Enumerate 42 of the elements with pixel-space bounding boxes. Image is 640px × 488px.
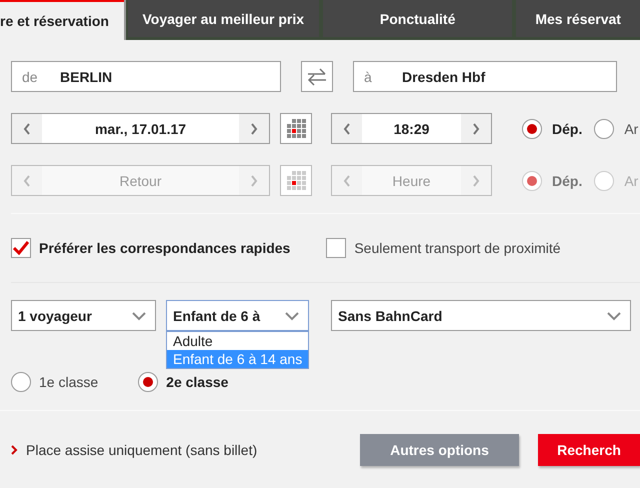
checkbox-label: Seulement transport de proximité — [354, 240, 561, 256]
station-input[interactable]: BERLIN — [60, 68, 220, 84]
dropdown-option[interactable]: Adulte — [167, 332, 308, 350]
radio-label: 2e classe — [166, 374, 228, 390]
station-input[interactable]: Dresden Hbf — [402, 68, 562, 84]
calendar-grid-icon — [286, 171, 306, 190]
calendar-button[interactable] — [280, 165, 312, 196]
radio-label: Dép. — [552, 172, 582, 188]
checkbox[interactable] — [11, 238, 31, 258]
radio-label: 1e classe — [39, 374, 98, 390]
checkbox[interactable] — [326, 238, 346, 258]
radio-button[interactable] — [11, 372, 31, 392]
radio-label: Ar — [624, 120, 638, 136]
calendar-button[interactable] — [280, 113, 312, 144]
tab[interactable]: Mes réservat — [516, 0, 640, 37]
select-dropdown[interactable]: 1 voyageur — [11, 300, 156, 331]
tab[interactable]: Ponctualité — [322, 0, 512, 37]
tab[interactable]: Voyager au meilleur prix — [128, 0, 319, 37]
select-dropdown[interactable]: Sans BahnCard — [331, 300, 631, 331]
select-dropdown[interactable]: Enfant de 6 à — [166, 300, 309, 331]
date-stepper[interactable]: mar., 17.01.17 — [11, 113, 270, 144]
previous-button[interactable] — [332, 114, 362, 143]
swap-arrows-icon — [306, 68, 328, 86]
radio-label: Dép. — [552, 120, 582, 136]
next-button[interactable] — [461, 114, 491, 143]
calendar-grid-icon — [286, 119, 306, 138]
radio-button[interactable] — [522, 118, 542, 138]
seat-only-link[interactable]: Place assise uniquement (sans billet) — [26, 442, 258, 458]
next-button[interactable] — [239, 114, 269, 143]
arrival-station-field[interactable]: à Dresden Hbf — [353, 61, 617, 92]
search-button[interactable]: Recherch — [538, 434, 640, 466]
checkmark-icon — [13, 241, 29, 255]
radio-button[interactable] — [594, 118, 614, 138]
swap-button[interactable] — [301, 61, 333, 92]
tab[interactable]: re et réservation — [0, 0, 124, 40]
time-stepper[interactable]: 18:29 — [331, 113, 492, 144]
radio-label: Ar — [624, 172, 638, 188]
chevron-right-icon — [10, 444, 18, 456]
checkbox-label: Préférer les correspondances rapides — [39, 240, 290, 256]
previous-button[interactable] — [12, 114, 42, 143]
departure-station-field[interactable]: de BERLIN — [11, 61, 281, 92]
radio-button[interactable] — [138, 372, 158, 392]
